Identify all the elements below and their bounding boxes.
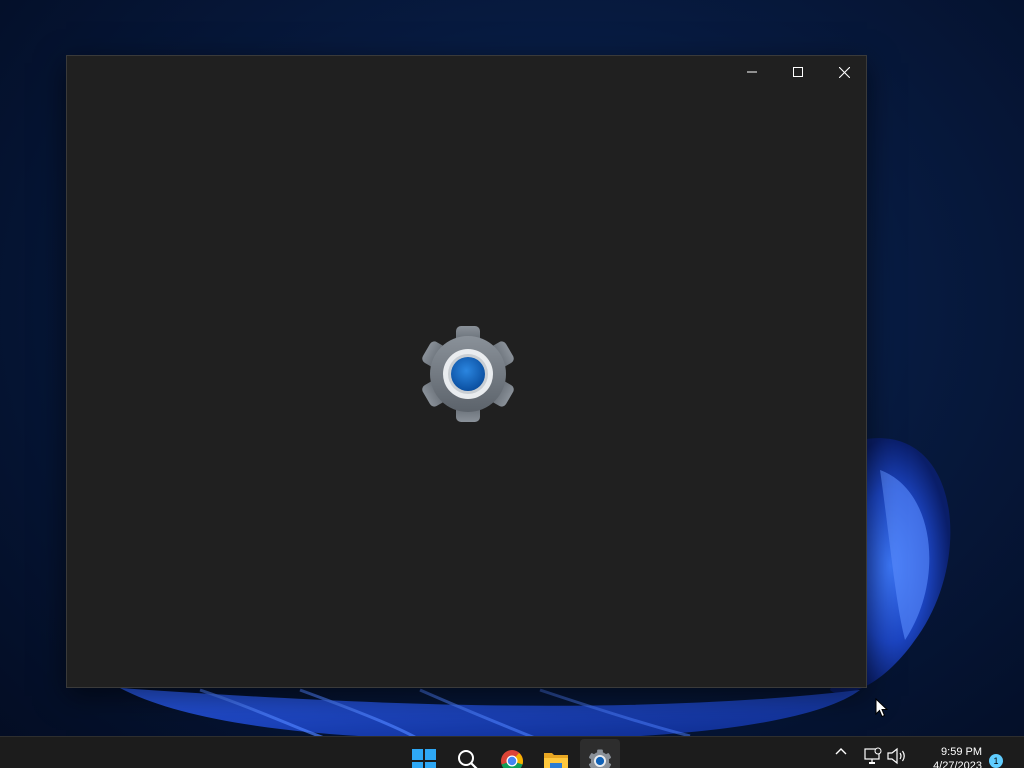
taskbar: 9:59 PM 4/27/2023 1	[0, 736, 1024, 768]
tray-volume-button[interactable]	[885, 747, 909, 768]
search-icon	[458, 750, 478, 768]
minimize-button[interactable]	[729, 56, 775, 88]
mouse-cursor-icon	[875, 698, 889, 718]
close-button[interactable]	[821, 56, 867, 88]
chrome-icon	[501, 750, 524, 768]
settings-gear-icon	[589, 749, 611, 768]
tray-overflow-button[interactable]	[829, 747, 853, 768]
taskbar-settings-button[interactable]	[580, 739, 620, 768]
taskbar-start-button[interactable]	[404, 739, 444, 768]
settings-window[interactable]	[66, 55, 867, 688]
maximize-button[interactable]	[775, 56, 821, 88]
clock-time: 9:59 PM	[941, 746, 982, 758]
tray-network-button[interactable]	[861, 747, 885, 768]
taskbar-chrome-button[interactable]	[492, 739, 532, 768]
notification-badge[interactable]: 1	[989, 754, 1003, 768]
taskbar-clock[interactable]: 9:59 PM 4/27/2023	[912, 745, 982, 768]
settings-gear-icon	[422, 326, 514, 422]
taskbar-file-explorer-button[interactable]	[536, 739, 576, 768]
file-explorer-icon	[544, 753, 568, 768]
maximize-icon	[793, 67, 803, 77]
network-icon	[864, 747, 882, 764]
chevron-up-icon	[835, 748, 847, 755]
desktop: 9:59 PM 4/27/2023 1	[0, 0, 1024, 768]
volume-icon	[887, 747, 905, 765]
minimize-icon	[747, 71, 757, 73]
clock-date: 4/27/2023	[933, 760, 982, 768]
taskbar-search-button[interactable]	[448, 739, 488, 768]
windows-start-icon	[412, 749, 436, 768]
close-icon	[838, 66, 850, 78]
